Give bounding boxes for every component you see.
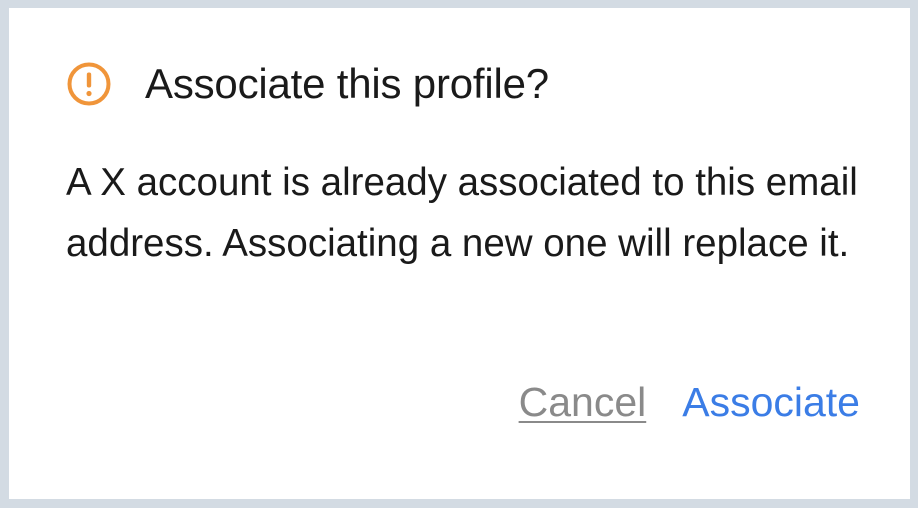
confirm-dialog: Associate this profile? A X account is a… <box>9 8 910 499</box>
dialog-actions: Cancel Associate <box>519 376 860 428</box>
cancel-button[interactable]: Cancel <box>519 376 647 428</box>
warning-circle-icon <box>67 62 111 106</box>
dialog-title: Associate this profile? <box>145 60 549 107</box>
dialog-message: A X account is already associated to thi… <box>66 161 858 265</box>
dialog-header: Associate this profile? <box>66 58 549 110</box>
associate-button[interactable]: Associate <box>682 376 860 428</box>
